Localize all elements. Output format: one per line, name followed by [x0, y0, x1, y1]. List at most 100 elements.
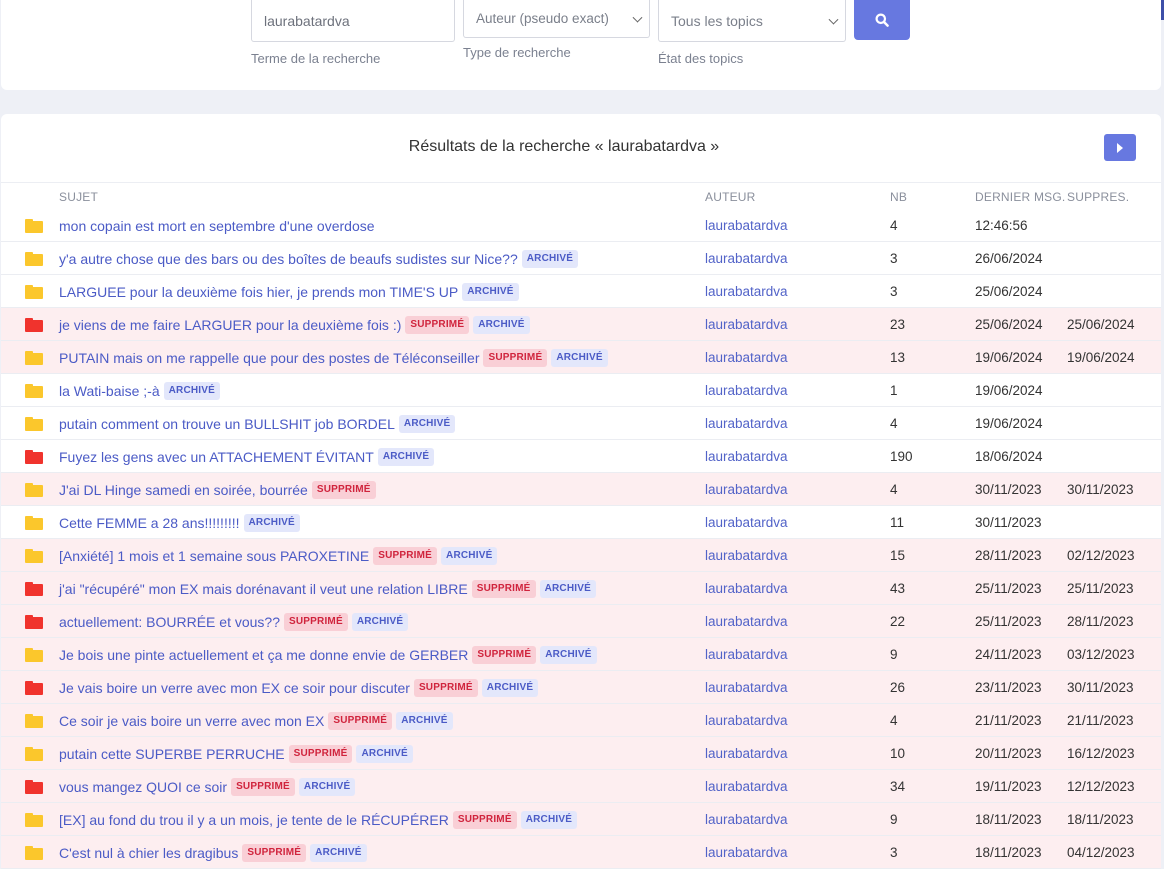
topic-link[interactable]: actuellement: BOURRÉE et vous?? [59, 614, 280, 630]
topic-link[interactable]: Ce soir je vais boire un verre avec mon … [59, 713, 324, 729]
folder-icon [25, 704, 43, 737]
topic-link[interactable]: LARGUEE pour la deuxième fois hier, je p… [59, 284, 458, 300]
search-type-select[interactable]: Auteur (pseudo exact) [463, 0, 650, 38]
last-message-date: 24/11/2023 [975, 647, 1042, 662]
deletion-date: 21/11/2023 [1067, 713, 1134, 728]
deletion-date: 02/12/2023 [1067, 548, 1135, 563]
topic-cell: [Anxiété] 1 mois et 1 semaine sous PAROX… [59, 539, 498, 572]
topic-link[interactable]: C'est nul à chier les dragibus [59, 845, 238, 861]
author-link[interactable]: laurabatardva [705, 341, 788, 374]
message-count: 190 [890, 449, 913, 464]
deleted-badge: SUPPRIMÉ [328, 711, 393, 730]
author-link[interactable]: laurabatardva [705, 836, 788, 869]
author-link[interactable]: laurabatardva [705, 407, 788, 440]
topic-link[interactable]: Fuyez les gens avec un ATTACHEMENT ÉVITA… [59, 449, 374, 465]
author-link[interactable]: laurabatardva [705, 704, 788, 737]
last-message-date: 18/11/2023 [975, 845, 1042, 860]
results-title: Résultats de la recherche « laurabatardv… [408, 138, 720, 155]
topic-link[interactable]: [Anxiété] 1 mois et 1 semaine sous PAROX… [59, 548, 369, 564]
search-term-input[interactable]: laurabatardva [251, 0, 455, 42]
deleted-badge: SUPPRIMÉ [472, 645, 537, 664]
author-link[interactable]: laurabatardva [705, 803, 788, 836]
table-row: PUTAIN mais on me rappelle que pour des … [1, 341, 1161, 374]
message-count: 22 [890, 614, 906, 629]
deletion-date: 19/06/2024 [1067, 350, 1135, 365]
deleted-badge: SUPPRIMÉ [373, 546, 438, 565]
deletion-date: 30/11/2023 [1067, 680, 1134, 695]
topic-link[interactable]: Je bois une pinte actuellement et ça me … [59, 647, 468, 663]
column-last-message: DERNIER MSG. [975, 190, 1066, 204]
table-row: mon copain est mort en septembre d'une o… [1, 209, 1161, 242]
archived-badge: ARCHIVÉ [473, 315, 530, 334]
folder-icon [25, 506, 43, 539]
last-message-date: 18/11/2023 [975, 812, 1042, 827]
author-link[interactable]: laurabatardva [705, 737, 788, 770]
topic-cell: PUTAIN mais on me rappelle que pour des … [59, 341, 608, 374]
author-link[interactable]: laurabatardva [705, 770, 788, 803]
last-message-date: 30/11/2023 [975, 482, 1042, 497]
topic-link[interactable]: y'a autre chose que des bars ou des boît… [59, 251, 518, 267]
author-link[interactable]: laurabatardva [705, 539, 788, 572]
last-message-date: 25/11/2023 [975, 614, 1042, 629]
topic-link[interactable]: j'ai "récupéré" mon EX mais dorénavant i… [59, 581, 468, 597]
last-message-date: 30/11/2023 [975, 515, 1042, 530]
archived-badge: ARCHIVÉ [521, 249, 579, 268]
author-link[interactable]: laurabatardva [705, 209, 788, 242]
archived-badge: ARCHIVÉ [540, 645, 597, 664]
topic-link[interactable]: J'ai DL Hinge samedi en soirée, bourrée [59, 482, 308, 498]
table-row: Fuyez les gens avec un ATTACHEMENT ÉVITA… [1, 440, 1161, 473]
archived-badge: ARCHIVÉ [310, 843, 367, 862]
message-count: 4 [890, 416, 898, 431]
folder-icon [25, 341, 43, 374]
folder-icon [25, 374, 43, 407]
author-link[interactable]: laurabatardva [705, 275, 788, 308]
topic-cell: Je vais boire un verre avec mon EX ce so… [59, 671, 539, 704]
table-row: Je vais boire un verre avec mon EX ce so… [1, 671, 1161, 704]
archived-badge: ARCHIVÉ [539, 579, 596, 598]
last-message-date: 19/11/2023 [975, 779, 1042, 794]
table-row: la Wati-baise ;-à ARCHIVÉ laurabatardva 1 19… [1, 374, 1161, 407]
search-button[interactable] [854, 0, 910, 40]
author-link[interactable]: laurabatardva [705, 374, 788, 407]
deleted-badge: SUPPRIMÉ [413, 678, 478, 697]
author-link[interactable]: laurabatardva [705, 572, 788, 605]
topic-state-select[interactable]: Tous les topics [658, 0, 846, 42]
deleted-badge: SUPPRIMÉ [483, 348, 548, 367]
deletion-date: 25/11/2023 [1067, 581, 1134, 596]
message-count: 23 [890, 317, 906, 332]
topic-link[interactable]: je viens de me faire LARGUER pour la deu… [59, 317, 401, 333]
archived-badge: ARCHIVÉ [462, 282, 519, 301]
topic-link[interactable]: mon copain est mort en septembre d'une o… [59, 218, 375, 234]
topic-cell: putain comment on trouve un BULLSHIT job… [59, 407, 456, 440]
deletion-date: 04/12/2023 [1067, 845, 1135, 860]
author-link[interactable]: laurabatardva [705, 308, 788, 341]
topic-state-help: État des topics [658, 51, 744, 66]
author-link[interactable]: laurabatardva [705, 440, 788, 473]
author-link[interactable]: laurabatardva [705, 506, 788, 539]
chevron-down-icon [828, 14, 839, 25]
message-count: 26 [890, 680, 906, 695]
author-link[interactable]: laurabatardva [705, 605, 788, 638]
author-link[interactable]: laurabatardva [705, 638, 788, 671]
topic-link[interactable]: putain cette SUPERBE PERRUCHE [59, 746, 285, 762]
folder-icon [25, 572, 43, 605]
topic-link[interactable]: putain comment on trouve un BULLSHIT job… [59, 416, 395, 432]
table-header: SUJET AUTEUR NB DERNIER MSG. SUPPRES. [1, 182, 1161, 209]
message-count: 9 [890, 647, 898, 662]
author-link[interactable]: laurabatardva [705, 671, 788, 704]
author-link[interactable]: laurabatardva [705, 242, 788, 275]
topic-link[interactable]: Je vais boire un verre avec mon EX ce so… [59, 680, 410, 696]
topic-link[interactable]: Cette FEMME a 28 ans!!!!!!!!! [59, 515, 240, 531]
next-page-button[interactable] [1104, 134, 1136, 161]
archived-badge: ARCHIVÉ [441, 546, 498, 565]
author-link[interactable]: laurabatardva [705, 473, 788, 506]
topic-link[interactable]: PUTAIN mais on me rappelle que pour des … [59, 350, 479, 366]
deleted-badge: SUPPRIMÉ [284, 612, 348, 631]
table-row: actuellement: BOURRÉE et vous?? SUPPRIMÉ A… [1, 605, 1161, 638]
topic-link[interactable]: vous mangez QUOI ce soir [59, 779, 227, 795]
topic-link[interactable]: la Wati-baise ;-à [59, 383, 160, 399]
search-type-help: Type de recherche [463, 45, 571, 60]
search-type-field: Auteur (pseudo exact) Type de recherche [463, 0, 650, 60]
topic-link[interactable]: [EX] au fond du trou il y a un mois, je … [59, 812, 449, 828]
last-message-date: 25/06/2024 [975, 284, 1043, 299]
